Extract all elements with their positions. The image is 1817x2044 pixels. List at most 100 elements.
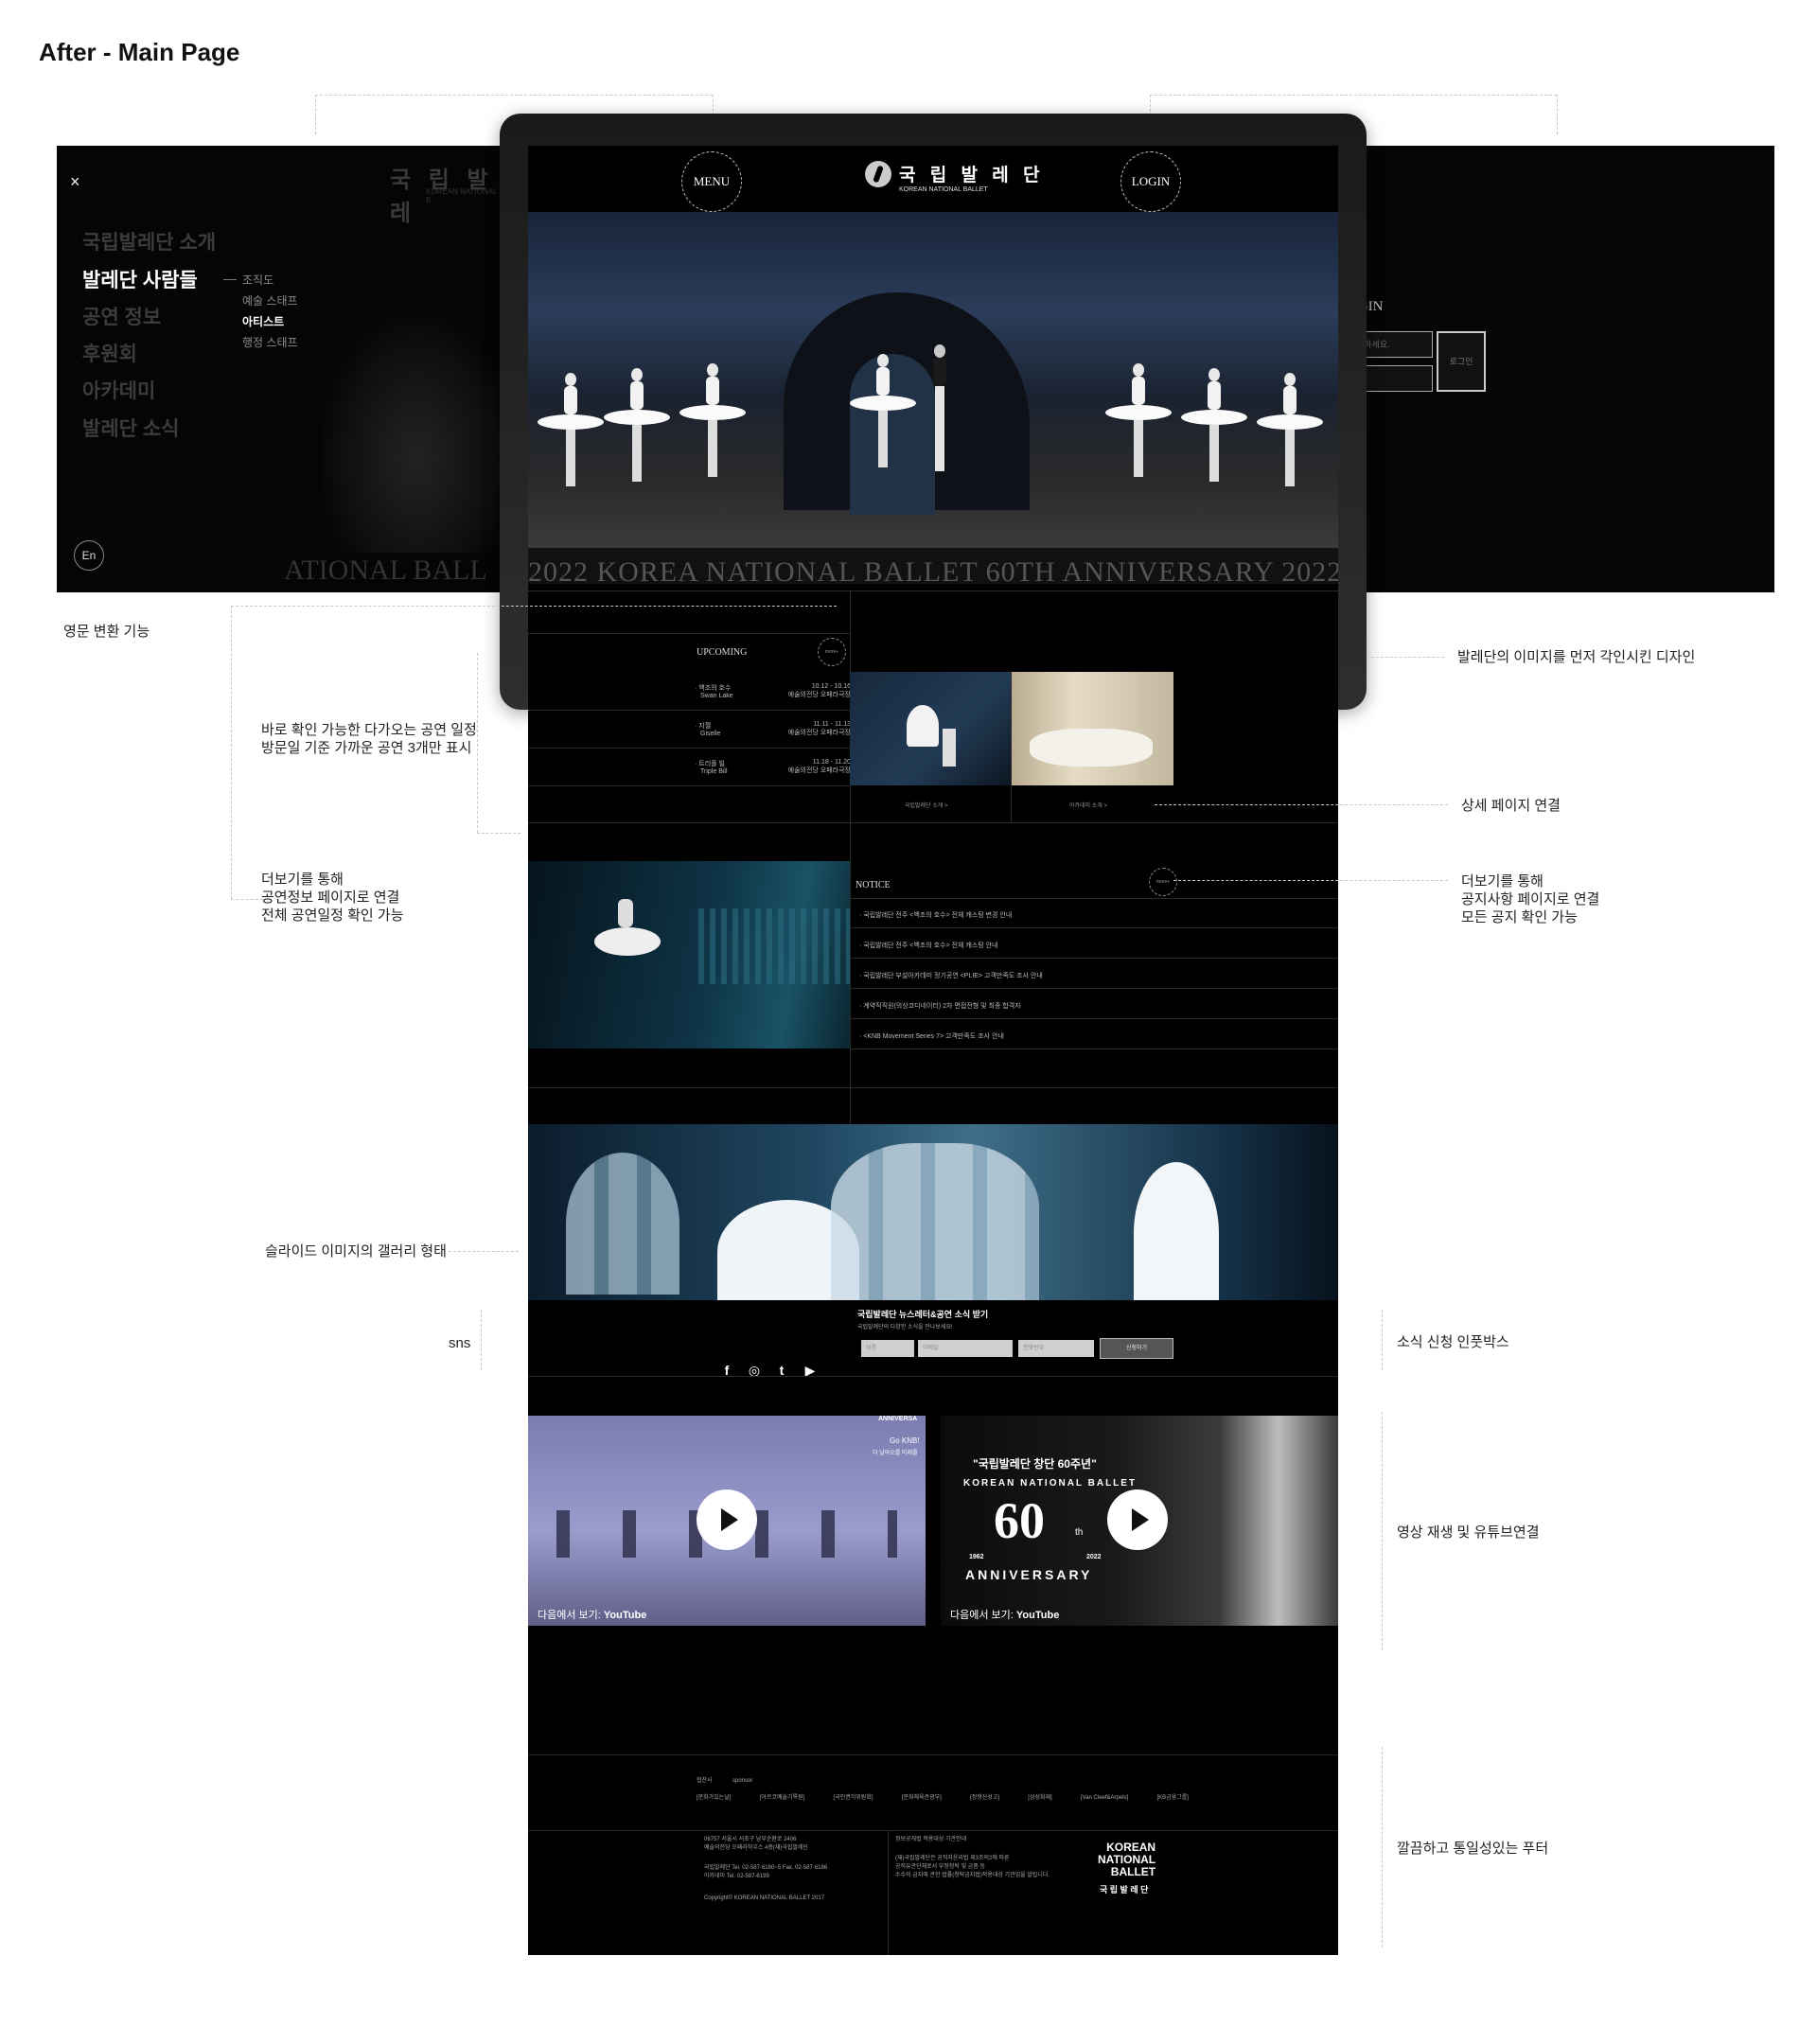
youtube-logo[interactable]: YouTube	[604, 1610, 646, 1621]
notice-more-button[interactable]: more+	[1149, 868, 1177, 896]
play-button[interactable]	[1107, 1489, 1168, 1550]
sponsor-link[interactable]: [문화가있는날]	[697, 1794, 731, 1803]
submenu-admin-staff[interactable]: 행정 스태프	[242, 334, 298, 350]
sponsor-link[interactable]: [아르코예술기록원]	[760, 1794, 805, 1803]
twitter-icon[interactable]: t	[772, 1361, 791, 1380]
submenu-connector	[223, 279, 237, 280]
login-submit-button[interactable]: 로그인	[1437, 331, 1486, 392]
divider	[850, 898, 1338, 899]
submenu-org-chart[interactable]: 조직도	[242, 272, 273, 288]
divider	[888, 1830, 889, 1955]
sponsor-link[interactable]: [삼성화재]	[1028, 1794, 1051, 1803]
upcoming-more-button[interactable]: more+	[818, 638, 846, 666]
guide-line	[1367, 657, 1444, 658]
dancer	[538, 373, 604, 486]
close-icon[interactable]: ×	[70, 172, 80, 192]
newsletter-name-input[interactable]: 이름	[861, 1340, 914, 1357]
guide-line	[477, 653, 478, 833]
divider	[528, 633, 850, 634]
guide-line	[477, 833, 520, 834]
upcoming-date: 11.11 - 11.13	[813, 721, 851, 728]
play-button[interactable]	[697, 1489, 757, 1550]
notice-item[interactable]: · 국립발레단 전주 <백조의 호수> 전체 캐스팅 변경 안내	[859, 910, 1012, 920]
newsletter-subtitle: 국립발레단의 다양한 소식을 만나보세요!	[857, 1325, 953, 1330]
footer-sponsor-list: [문화가있는날] [아르코예술기록원] [국민권익위원회] [문화체육관광부] …	[697, 1794, 1189, 1803]
footer-tel: 국립발레단 Tel. 02-587-6180~5 Fax. 02-587-618…	[704, 1865, 828, 1879]
sponsor-link[interactable]: [국민권익위원회]	[834, 1794, 873, 1803]
upcoming-item[interactable]: · 트리플 빌 Triple Bill 11.18 - 11.20 예술의전당 오…	[695, 759, 851, 775]
video-big-number: 60	[994, 1492, 1045, 1549]
dancer	[916, 344, 963, 471]
intro-link[interactable]: 국립발레단 소개 >	[905, 801, 947, 809]
notice-text: 계약직직원(의상코디네이터) 2차 면접전형 및 최종 합격자	[863, 1003, 1021, 1010]
youtube-icon[interactable]: ▶	[801, 1361, 820, 1380]
academy-photo[interactable]	[1011, 672, 1173, 785]
menu-item-news[interactable]: 발레단 소식	[82, 414, 179, 442]
site-preview: MENU LOGIN 국 립 발 레 단 KOREAN NATIONAL BAL…	[528, 146, 1338, 1955]
video-th: th	[1075, 1527, 1084, 1538]
video-player-2[interactable]: "국립발레단 창단 60주년" KOREAN NATIONAL BALLET 6…	[941, 1416, 1338, 1626]
submenu-artists[interactable]: 아티스트	[242, 313, 284, 329]
menu-item-intro[interactable]: 국립발레단 소개	[82, 227, 216, 256]
footer-brand-ko: 국 립 발 레 단	[1100, 1885, 1149, 1894]
guide-line	[315, 95, 316, 134]
upcoming-title-ko: 트리플 빌	[698, 761, 725, 767]
guide-line	[315, 95, 713, 96]
menu-button[interactable]: MENU	[681, 151, 742, 212]
upcoming-date: 11.18 - 11.20	[812, 759, 851, 766]
sponsor-link[interactable]: [KB금융그룹]	[1157, 1794, 1189, 1803]
divider	[850, 1048, 1338, 1049]
guide-line	[1382, 1310, 1383, 1370]
notice-item[interactable]: · 계약직직원(의상코디네이터) 2차 면접전형 및 최종 합격자	[859, 1001, 1021, 1011]
watch-on-text: 다음에서 보기:	[950, 1610, 1014, 1621]
guide-line	[1382, 1412, 1383, 1650]
newsletter-phone-input[interactable]: 전화번호	[1018, 1340, 1094, 1357]
annotation-design: 발레단의 이미지를 먼저 각인시킨 디자인	[1457, 649, 1696, 665]
menu-item-support[interactable]: 후원회	[82, 339, 137, 367]
guide-line	[449, 1251, 519, 1252]
notice-item[interactable]: · 국립발레단 부설아카데미 정기공연 <PLIE> 고객만족도 조사 안내	[859, 971, 1043, 980]
submenu-art-staff[interactable]: 예술 스태프	[242, 292, 298, 308]
guide-line	[1382, 1747, 1383, 1947]
youtube-logo[interactable]: YouTube	[1016, 1610, 1059, 1621]
language-toggle-button[interactable]: En	[74, 540, 104, 571]
upcoming-title-ko: 지젤	[698, 723, 712, 730]
upcoming-venue: 예술의전당 오페라극장	[787, 692, 851, 698]
site-logo[interactable]: 국 립 발 레 단 KOREAN NATIONAL BALLET	[865, 161, 1045, 193]
divider	[850, 988, 1338, 989]
footer-public-text: (재)국립발레단은 공직자윤리법 제3조의2에 따른 공직유관단체로서 부정청탁…	[895, 1856, 1050, 1878]
footer-copyright: Copyright© KOREAN NATIONAL BALLET 2017	[704, 1895, 825, 1901]
ghost-logo-sub: KOREAN NATIONAL B	[426, 187, 498, 204]
notice-item[interactable]: · 국립발레단 전주 <백조의 호수> 전체 캐스팅 안내	[859, 941, 998, 950]
watch-on-text: 다음에서 보기:	[538, 1610, 601, 1621]
newsletter-submit-button[interactable]: 신청하기	[1100, 1338, 1173, 1359]
dancer	[1181, 368, 1247, 482]
notice-text: 국립발레단 부설아카데미 정기공연 <PLIE> 고객만족도 조사 안내	[863, 973, 1043, 979]
annotation-footer: 깔끔하고 통일성있는 푸터	[1397, 1841, 1549, 1857]
divider	[528, 748, 850, 749]
upcoming-item[interactable]: · 백조의 호수 Swan Lake 10.12 - 10.16 예술의전당 오페…	[695, 683, 851, 699]
sponsor-link[interactable]: [정형산성고]	[970, 1794, 999, 1803]
instagram-icon[interactable]: ◎	[745, 1361, 764, 1380]
video-year-end: 2022	[1086, 1554, 1102, 1560]
intro-photo[interactable]	[850, 672, 1011, 785]
menu-item-people[interactable]: 발레단 사람들	[82, 265, 198, 293]
sponsor-link[interactable]: [문화체육관광부]	[902, 1794, 942, 1803]
sponsor-link[interactable]: [Van Cleef&Arpels]	[1081, 1794, 1128, 1803]
footer-brand-en: KOREAN NATIONAL BALLET	[1098, 1841, 1156, 1878]
footer-address: 06757 서울시 서초구 남부순환로 2406 예술의전당 오페라하우스 4층…	[704, 1837, 809, 1851]
dancer	[1105, 363, 1172, 477]
academy-link[interactable]: 아카데미 소개 >	[1069, 801, 1107, 809]
divider	[528, 1087, 1338, 1088]
notice-item[interactable]: · <KNB Movement Series 7> 고객만족도 조사 안내	[859, 1031, 1004, 1041]
video-player-1[interactable]: ANNIVERSA Go KNB! 더 날아오를 미래를 다음에서 보기: Yo…	[528, 1416, 926, 1626]
newsletter-email-input[interactable]: 이메일	[918, 1340, 1013, 1357]
menu-item-academy[interactable]: 아카데미	[82, 376, 155, 404]
upcoming-item[interactable]: · 지젤 Giselle 11.11 - 11.13 예술의전당 오페라극장	[695, 721, 851, 737]
login-button[interactable]: LOGIN	[1120, 151, 1181, 212]
facebook-icon[interactable]: f	[717, 1361, 736, 1380]
menu-item-performance[interactable]: 공연 정보	[82, 302, 161, 330]
video-title: "국립발레단 창단 60주년"	[973, 1457, 1097, 1471]
gallery-slide[interactable]	[528, 1124, 1338, 1300]
guide-line	[1557, 95, 1558, 134]
